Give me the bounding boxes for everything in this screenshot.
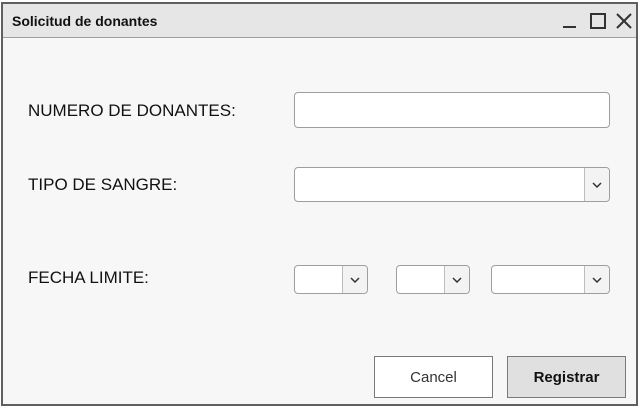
- num-donantes-label: NUMERO DE DONANTES:: [28, 101, 236, 120]
- chevron-down-icon[interactable]: [584, 168, 609, 201]
- close-icon[interactable]: [613, 10, 635, 32]
- donor-request-window: Solicitud de donantes NUMERO DE DONANTES…: [1, 2, 638, 406]
- chevron-down-icon[interactable]: [342, 266, 367, 293]
- maximize-icon[interactable]: [587, 10, 609, 32]
- tipo-sangre-select[interactable]: [294, 167, 610, 202]
- fecha-limite-label: FECHA LIMITE:: [28, 268, 149, 287]
- window-title: Solicitud de donantes: [12, 13, 158, 29]
- fecha-year-select[interactable]: [491, 265, 610, 294]
- fecha-month-select[interactable]: [396, 265, 470, 294]
- cancel-button[interactable]: Cancel: [374, 356, 493, 398]
- chevron-down-icon[interactable]: [584, 266, 609, 293]
- title-bar[interactable]: Solicitud de donantes: [3, 4, 636, 38]
- fecha-day-select[interactable]: [294, 265, 368, 294]
- chevron-down-icon[interactable]: [444, 266, 469, 293]
- minimize-icon[interactable]: [559, 10, 581, 32]
- tipo-sangre-label: TIPO DE SANGRE:: [28, 175, 178, 194]
- num-donantes-input[interactable]: [294, 92, 610, 128]
- register-button[interactable]: Registrar: [507, 356, 626, 398]
